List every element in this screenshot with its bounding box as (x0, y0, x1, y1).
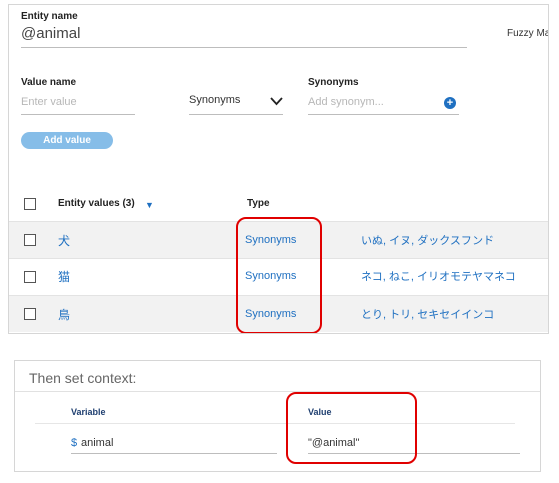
entity-name-label: Entity name (21, 11, 78, 22)
value-synonyms[interactable]: ネコ, ねこ, イリオモテヤマネコ (361, 268, 516, 284)
context-variable-input[interactable]: animal (81, 437, 113, 449)
entity-name-underline (21, 47, 467, 48)
select-all-checkbox[interactable] (24, 198, 36, 210)
variable-underline (71, 453, 277, 454)
add-value-button[interactable]: Add value (21, 132, 113, 149)
entity-name-input[interactable]: @animal (21, 25, 80, 42)
value-synonyms[interactable]: とり, トリ, セキセイインコ (361, 306, 494, 322)
entity-editor-panel: Entity name @animal Fuzzy Ma Value name … (8, 4, 549, 334)
context-title-divider (15, 391, 540, 392)
synonyms-underline (308, 114, 459, 115)
value-type-underline (189, 114, 283, 115)
dollar-icon: $ (71, 437, 78, 449)
fuzzy-matching-label: Fuzzy Ma (507, 28, 549, 39)
row-checkbox[interactable] (24, 271, 36, 283)
entity-value-link[interactable]: 犬 (58, 232, 70, 249)
type-column-highlight (236, 217, 322, 333)
value-name-underline (21, 114, 135, 115)
chevron-down-icon[interactable] (270, 97, 283, 106)
entity-values-header[interactable]: Entity values (3) (58, 198, 135, 209)
value-synonyms[interactable]: いぬ, イヌ, ダックスフンド (361, 232, 494, 248)
context-title: Then set context: (29, 370, 137, 386)
add-synonym-icon[interactable]: + (444, 97, 456, 109)
value-name-label: Value name (21, 77, 77, 88)
value-type-select[interactable]: Synonyms (189, 94, 240, 106)
entity-value-link[interactable]: 猫 (58, 268, 70, 285)
variable-header: Variable (71, 407, 106, 417)
row-checkbox[interactable] (24, 308, 36, 320)
entity-value-link[interactable]: 鳥 (58, 306, 70, 323)
set-context-panel: Then set context: Variable Value $ anima… (14, 360, 541, 472)
context-value-highlight (286, 392, 417, 464)
row-checkbox[interactable] (24, 234, 36, 246)
sort-down-icon[interactable]: ▼ (145, 200, 154, 210)
value-name-input[interactable]: Enter value (21, 96, 77, 108)
synonyms-label: Synonyms (308, 77, 359, 88)
context-header-divider (35, 423, 515, 424)
type-header: Type (247, 198, 270, 209)
synonyms-input[interactable]: Add synonym... (308, 96, 384, 108)
